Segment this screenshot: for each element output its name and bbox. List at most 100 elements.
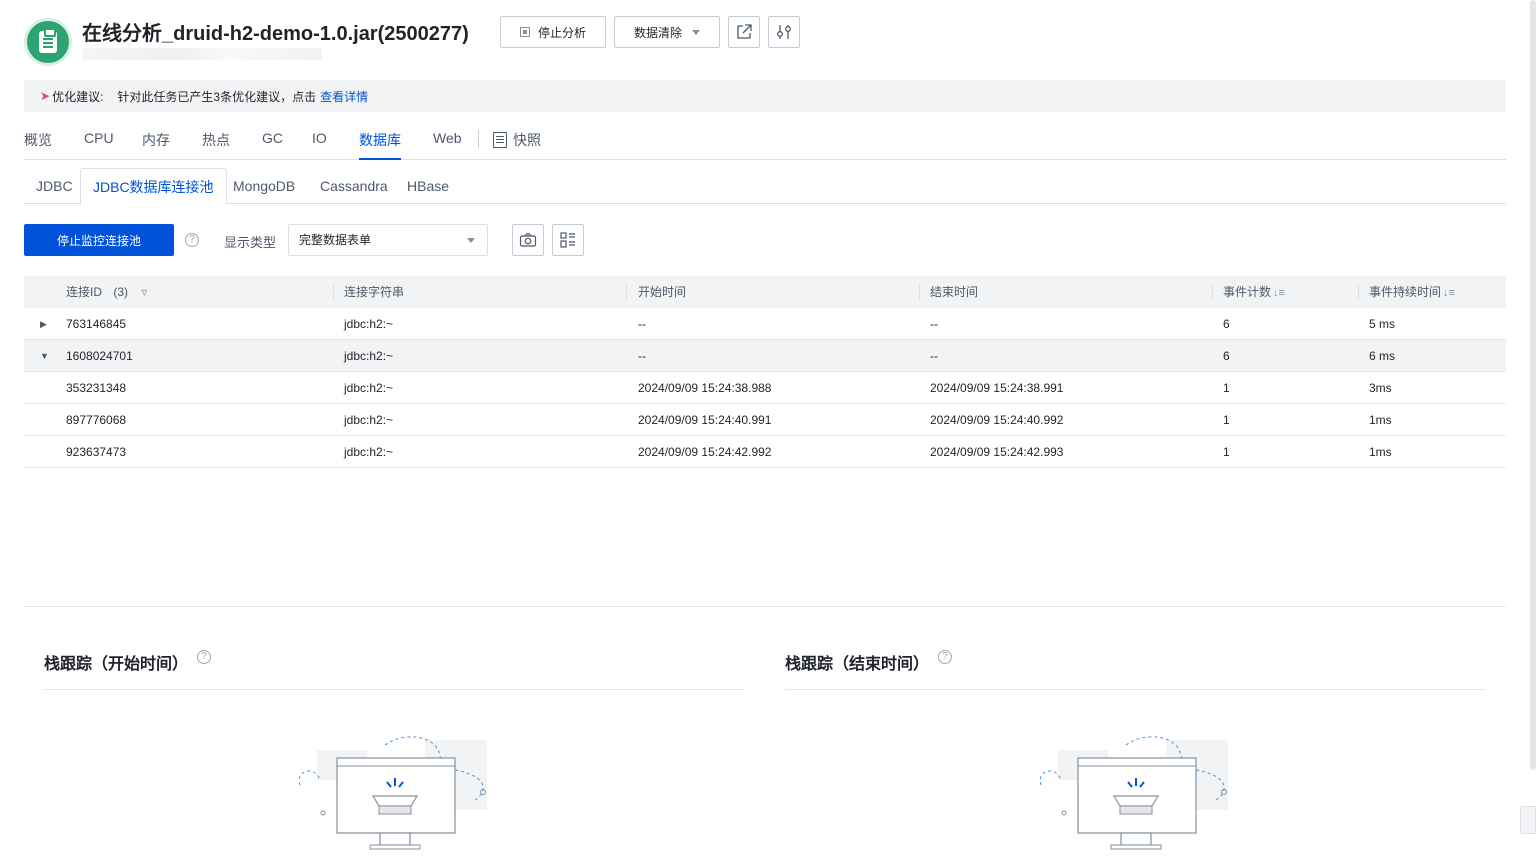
subtitle-redacted bbox=[82, 48, 322, 60]
display-type-label: 显示类型 bbox=[224, 235, 277, 250]
col-end-time: 结束时间 bbox=[930, 285, 979, 299]
table-header: 连接ID (3) ▿ 连接字符串 开始时间 结束时间 事件计数 ↓≡ 事件持续时间… bbox=[24, 276, 1506, 308]
settings-button[interactable] bbox=[768, 16, 800, 48]
cell-conn: jdbc:h2:~ bbox=[344, 349, 394, 363]
cell-end: -- bbox=[930, 349, 938, 363]
col-connection-id: 连接ID (3) ▿ bbox=[66, 285, 148, 299]
cell-conn: jdbc:h2:~ bbox=[344, 445, 394, 459]
stack-end-title: 栈跟踪（结束时间） bbox=[785, 656, 930, 673]
cell-id: 353231348 bbox=[66, 381, 127, 395]
tips-text: 针对此任务已产生3条优化建议，点击 bbox=[117, 89, 317, 104]
subtab-cassandra[interactable]: Cassandra bbox=[308, 168, 400, 204]
optimization-tips-bar: ➤ 优化建议: 针对此任务已产生3条优化建议，点击 查看详情 bbox=[24, 80, 1506, 112]
cell-start: -- bbox=[638, 349, 646, 363]
col-event-count[interactable]: 事件计数 ↓≡ bbox=[1223, 276, 1285, 308]
subtab-jdbc-pool[interactable]: JDBC数据库连接池 bbox=[80, 168, 227, 205]
tab-memory[interactable]: 内存 bbox=[142, 130, 170, 160]
tips-label: 优化建议: bbox=[52, 89, 104, 104]
cell-end: 2024/09/09 15:24:38.991 bbox=[930, 381, 1064, 395]
table-row[interactable]: 897776068 jdbc:h2:~ 2024/09/09 15:24:40.… bbox=[24, 404, 1506, 436]
task-header: 在线分析_druid-h2-demo-1.0.jar(2500277) 停止分析… bbox=[24, 16, 824, 66]
table-row[interactable]: ▼ 1608024701 jdbc:h2:~ -- -- 6 6 ms bbox=[24, 340, 1506, 372]
tab-snapshot-label: 快照 bbox=[513, 132, 541, 148]
column-divider bbox=[919, 284, 920, 300]
camera-icon bbox=[519, 233, 537, 247]
tab-overview[interactable]: 概览 bbox=[24, 130, 52, 160]
collapse-icon[interactable]: ▼ bbox=[40, 340, 49, 372]
cell-start: 2024/09/09 15:24:38.988 bbox=[638, 381, 772, 395]
help-icon[interactable]: ? bbox=[185, 233, 199, 247]
column-divider bbox=[1212, 284, 1213, 300]
cell-duration: 1ms bbox=[1369, 413, 1392, 427]
tab-web[interactable]: Web bbox=[433, 130, 462, 160]
subtab-jdbc[interactable]: JDBC bbox=[24, 168, 85, 204]
tab-database[interactable]: 数据库 bbox=[359, 130, 401, 160]
cell-duration: 3ms bbox=[1369, 381, 1392, 395]
cell-id: 923637473 bbox=[66, 445, 127, 459]
cell-duration: 6 ms bbox=[1369, 349, 1396, 363]
sort-icon[interactable]: ↓≡ bbox=[1443, 277, 1455, 309]
tab-io[interactable]: IO bbox=[312, 130, 327, 160]
cell-duration: 5 ms bbox=[1369, 317, 1396, 331]
cell-end: -- bbox=[930, 317, 938, 331]
expand-icon[interactable]: ▶ bbox=[40, 308, 47, 340]
screenshot-button[interactable] bbox=[512, 224, 544, 256]
sub-tabs: JDBC JDBC数据库连接池 MongoDB Cassandra HBase bbox=[24, 168, 1506, 205]
cell-duration: 1ms bbox=[1369, 445, 1392, 459]
column-divider bbox=[1358, 284, 1359, 300]
list-layout-icon bbox=[560, 232, 575, 248]
subtab-hbase[interactable]: HBase bbox=[395, 168, 461, 204]
empty-state-illustration bbox=[1039, 736, 1228, 850]
table-row[interactable]: 353231348 jdbc:h2:~ 2024/09/09 15:24:38.… bbox=[24, 372, 1506, 404]
tab-cpu[interactable]: CPU bbox=[84, 130, 114, 160]
view-details-link[interactable]: 查看详情 bbox=[320, 88, 368, 105]
tab-hotspot[interactable]: 热点 bbox=[202, 130, 230, 160]
section-divider bbox=[24, 606, 1506, 607]
cell-conn: jdbc:h2:~ bbox=[344, 317, 394, 331]
clear-data-label: 数据清除 bbox=[633, 25, 682, 40]
cell-count: 6 bbox=[1223, 349, 1230, 363]
floating-widget[interactable] bbox=[1520, 806, 1536, 834]
stop-analysis-label: 停止分析 bbox=[537, 25, 586, 40]
external-link-icon bbox=[737, 24, 752, 39]
col-event-duration[interactable]: 事件持续时间 ↓≡ bbox=[1369, 276, 1455, 308]
tab-gc[interactable]: GC bbox=[262, 130, 283, 160]
cell-id: 1608024701 bbox=[66, 349, 133, 363]
cell-start: 2024/09/09 15:24:42.992 bbox=[638, 445, 772, 459]
help-icon[interactable]: ? bbox=[197, 650, 211, 664]
stack-start-title: 栈跟踪（开始时间） bbox=[44, 656, 189, 673]
column-divider bbox=[333, 284, 334, 300]
export-button[interactable] bbox=[728, 16, 760, 48]
cell-conn: jdbc:h2:~ bbox=[344, 381, 394, 395]
page-title: 在线分析_druid-h2-demo-1.0.jar(2500277) bbox=[82, 23, 469, 45]
clear-data-dropdown[interactable]: 数据清除 bbox=[614, 16, 720, 48]
layout-toggle-button[interactable] bbox=[552, 224, 584, 256]
sort-icon[interactable]: ↓≡ bbox=[1273, 277, 1285, 309]
tab-snapshot[interactable]: 快照 bbox=[493, 130, 541, 160]
cell-start: 2024/09/09 15:24:40.991 bbox=[638, 413, 772, 427]
help-icon[interactable]: ? bbox=[938, 650, 952, 664]
cell-id: 763146845 bbox=[66, 317, 127, 331]
empty-state-illustration bbox=[298, 736, 487, 850]
table-row[interactable]: ▶ 763146845 jdbc:h2:~ -- -- 6 5 ms bbox=[24, 308, 1506, 340]
cell-count: 6 bbox=[1223, 317, 1230, 331]
chevron-down-icon bbox=[467, 238, 475, 243]
rocket-icon: ➤ bbox=[40, 89, 51, 103]
vertical-scrollbar[interactable] bbox=[1530, 0, 1536, 770]
stop-pool-monitor-button[interactable]: 停止监控连接池 bbox=[24, 224, 174, 256]
display-type-value: 完整数据表单 bbox=[299, 233, 372, 247]
connection-pool-table: 连接ID (3) ▿ 连接字符串 开始时间 结束时间 事件计数 ↓≡ 事件持续时间… bbox=[24, 276, 1506, 468]
clipboard-icon bbox=[24, 18, 72, 66]
snapshot-icon bbox=[493, 132, 507, 148]
sliders-icon bbox=[777, 25, 791, 39]
cell-end: 2024/09/09 15:24:42.993 bbox=[930, 445, 1064, 459]
filter-icon[interactable]: ▿ bbox=[141, 285, 147, 299]
main-tabs: 概览 CPU 内存 热点 GC IO 数据库 Web 快照 bbox=[24, 120, 1506, 160]
subtab-mongodb[interactable]: MongoDB bbox=[221, 168, 307, 204]
stop-analysis-button[interactable]: 停止分析 bbox=[500, 16, 606, 48]
display-type-select[interactable]: 完整数据表单 bbox=[288, 224, 488, 256]
cell-count: 1 bbox=[1223, 413, 1230, 427]
table-row[interactable]: 923637473 jdbc:h2:~ 2024/09/09 15:24:42.… bbox=[24, 436, 1506, 468]
cell-conn: jdbc:h2:~ bbox=[344, 413, 394, 427]
id-count: (3) bbox=[113, 285, 129, 299]
